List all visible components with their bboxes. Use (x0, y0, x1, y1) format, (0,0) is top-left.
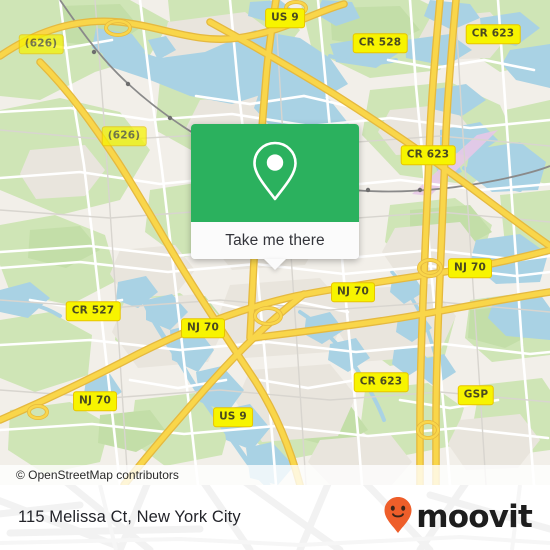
location-popup-card[interactable]: Take me there (191, 124, 359, 270)
road-shield: NJ 70 (73, 391, 117, 411)
attribution-text[interactable]: © OpenStreetMap contributors (0, 468, 179, 482)
popup-header (191, 124, 359, 222)
road-shield: CR 623 (465, 24, 521, 44)
popup-footer[interactable]: Take me there (191, 222, 359, 270)
road-shield: NJ 70 (181, 318, 225, 338)
popup-tail-pointer (264, 259, 286, 270)
road-shield: GSP (457, 385, 495, 405)
take-me-there-label: Take me there (225, 231, 325, 249)
moovit-map-screenshot: (626) US 9 CR 528 CR 623 (626) CR 623 NJ 70 NJ … (0, 0, 550, 550)
road-shield: US 9 (265, 8, 305, 28)
footer-content: 115 Melissa Ct, New York City moovit (0, 485, 550, 550)
road-shield: (626) (18, 34, 64, 54)
map-attribution-bar: © OpenStreetMap contributors (0, 465, 550, 485)
road-shield: NJ 70 (448, 258, 492, 278)
road-shield: (626) (101, 126, 147, 146)
address-label: 115 Melissa Ct, New York City (18, 508, 241, 526)
footer-bar: 115 Melissa Ct, New York City moovit (0, 485, 550, 550)
road-shield: CR 623 (353, 372, 409, 392)
moovit-smiley-pin-icon (383, 496, 413, 539)
road-shield: CR 623 (400, 145, 456, 165)
road-shield: NJ 70 (331, 282, 375, 302)
road-shield: CR 527 (65, 301, 121, 321)
map-pin-icon (250, 140, 300, 207)
road-shield: CR 528 (352, 33, 408, 53)
moovit-wordmark: moovit (416, 499, 533, 535)
road-shield: US 9 (213, 407, 253, 427)
moovit-brand[interactable]: moovit (383, 496, 533, 539)
